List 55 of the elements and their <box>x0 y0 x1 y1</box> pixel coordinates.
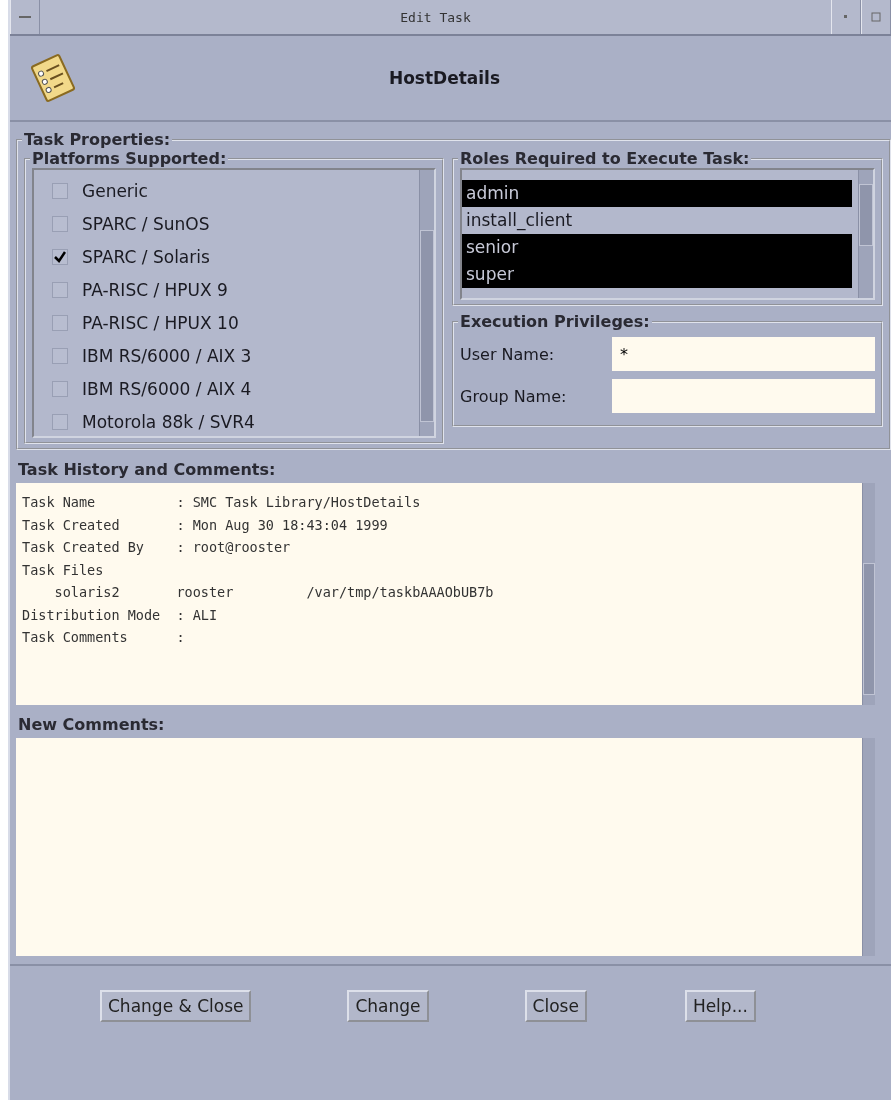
checkmark-icon <box>54 250 66 263</box>
checkbox[interactable] <box>52 347 68 364</box>
group-title: Execution Privileges: <box>459 312 651 331</box>
minimize-button[interactable] <box>831 0 861 34</box>
scrollbar[interactable] <box>862 738 875 956</box>
section-title: Task History and Comments: <box>17 459 277 481</box>
checkbox[interactable] <box>52 182 68 199</box>
checkbox[interactable] <box>52 314 68 331</box>
window-title: Edit Task <box>399 9 472 25</box>
scrollbar[interactable] <box>862 483 875 705</box>
history-line: Task Name : SMC Task Library/HostDetails <box>22 493 422 512</box>
dash-icon <box>19 15 31 19</box>
checkbox[interactable] <box>52 380 68 397</box>
dialog-button[interactable]: Change <box>347 990 429 1022</box>
section-title: New Comments: <box>17 714 166 736</box>
history-line: Task Comments : <box>22 628 186 647</box>
maximize-button[interactable] <box>861 0 891 34</box>
task-name-heading: HostDetails <box>387 68 502 88</box>
checkbox[interactable] <box>52 281 68 298</box>
checkbox[interactable] <box>52 413 68 430</box>
group-title: Roles Required to Execute Task: <box>459 149 751 168</box>
platform-label: Generic <box>82 180 148 201</box>
field-label: User Name: <box>460 344 556 364</box>
checkbox[interactable] <box>52 215 68 232</box>
square-icon <box>871 12 881 22</box>
dialog-button[interactable]: Change & Close <box>100 990 252 1022</box>
history-text-area[interactable] <box>16 483 875 705</box>
window-menu-button[interactable] <box>10 0 40 34</box>
dialog-button[interactable]: Close <box>524 990 587 1022</box>
platform-label: Motorola 88k / SVR4 <box>82 411 255 432</box>
input-field[interactable]: * <box>612 337 875 371</box>
platform-label: PA-RISC / HPUX 10 <box>82 312 239 333</box>
platform-label: IBM RS/6000 / AIX 4 <box>82 378 252 399</box>
checkbox[interactable] <box>52 248 68 265</box>
group-title: Platforms Supported: <box>31 149 228 168</box>
group-title: Task Properties: <box>23 130 172 149</box>
role-item[interactable]: super <box>462 261 852 288</box>
input-field[interactable] <box>612 379 875 413</box>
platform-label: SPARC / SunOS <box>82 213 210 234</box>
field-label: Group Name: <box>460 386 568 406</box>
scrollbar[interactable] <box>858 170 873 298</box>
scrollbar[interactable] <box>419 170 434 436</box>
platform-label: PA-RISC / HPUX 9 <box>82 279 228 300</box>
dialog-button[interactable]: Help... <box>684 990 756 1022</box>
history-line: Task Files <box>22 560 105 580</box>
history-line: solaris2 rooster /var/tmp/taskbAAAObUB7b <box>53 583 495 602</box>
history-line: Task Created : Mon Aug 30 18:43:04 1999 <box>22 515 389 535</box>
platform-label: IBM RS/6000 / AIX 3 <box>82 345 252 366</box>
role-item[interactable]: senior <box>462 234 852 261</box>
platform-label: SPARC / Solaris <box>82 246 210 267</box>
role-item[interactable]: admin <box>462 180 852 207</box>
comments-text-area[interactable] <box>16 738 875 956</box>
role-item[interactable]: install_client <box>462 207 852 234</box>
history-line: Distribution Mode : ALI <box>22 605 219 625</box>
history-line: Task Created By : root@rooster <box>22 538 292 557</box>
